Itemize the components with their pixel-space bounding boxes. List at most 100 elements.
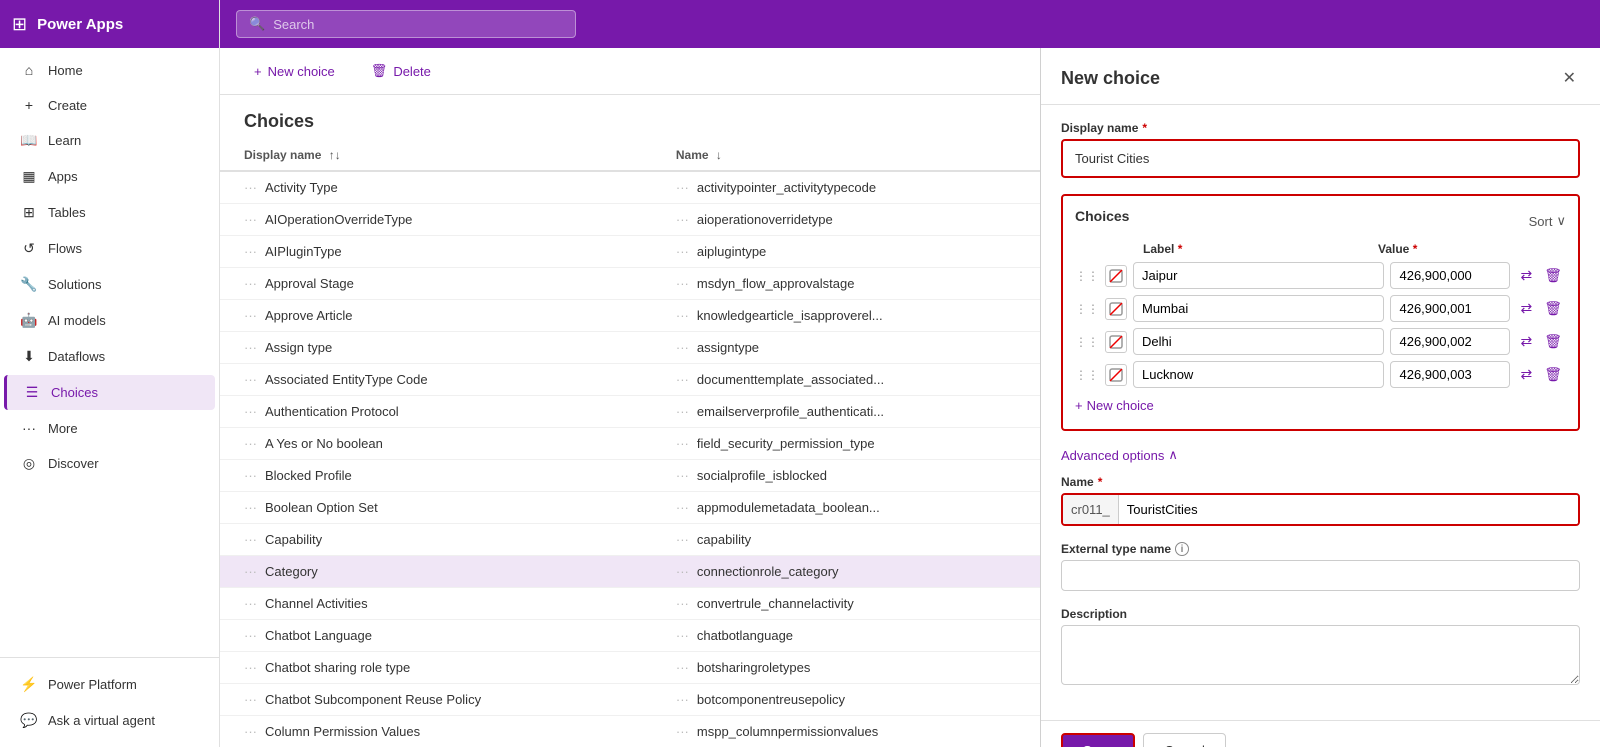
sidebar-item-dataflows[interactable]: ⬇ Dataflows <box>4 339 215 374</box>
drag-handle[interactable]: ⋮⋮ <box>1075 335 1099 349</box>
table-row[interactable]: ···Category ···connectionrole_category <box>220 556 1040 588</box>
row-display: ···Assign type <box>220 332 652 364</box>
choice-value-input-0[interactable] <box>1390 262 1510 289</box>
choice-label-input-3[interactable] <box>1133 361 1384 388</box>
choice-value-input-1[interactable] <box>1390 295 1510 322</box>
sidebar-item-ask-agent[interactable]: 💬 Ask a virtual agent <box>4 703 215 738</box>
external-type-input[interactable] <box>1061 560 1580 591</box>
row-properties-button[interactable]: ⇄ <box>1516 298 1536 319</box>
search-input[interactable] <box>273 17 563 32</box>
sidebar-item-ai-models[interactable]: 🤖 AI models <box>4 303 215 338</box>
sidebar-item-flows[interactable]: ↺ Flows <box>4 231 215 266</box>
table-row[interactable]: ···Approval Stage ···msdyn_flow_approval… <box>220 268 1040 300</box>
table-row[interactable]: ···Approve Article ···knowledgearticle_i… <box>220 300 1040 332</box>
choices-icon: ☰ <box>23 384 41 401</box>
choice-label-input-1[interactable] <box>1133 295 1384 322</box>
dataflows-icon: ⬇ <box>20 348 38 365</box>
sidebar-label-discover: Discover <box>48 456 99 471</box>
sidebar-item-create[interactable]: + Create <box>4 88 215 122</box>
sidebar-item-tables[interactable]: ⊞ Tables <box>4 195 215 230</box>
drag-handle[interactable]: ⋮⋮ <box>1075 302 1099 316</box>
grid-icon: ⊞ <box>12 14 27 35</box>
table-row[interactable]: ···Channel Activities ···convertrule_cha… <box>220 588 1040 620</box>
close-button[interactable]: ✕ <box>1559 64 1580 92</box>
save-button[interactable]: Save <box>1061 733 1135 747</box>
drag-handle[interactable]: ⋮⋮ <box>1075 368 1099 382</box>
row-display: ···Chatbot sharing role type <box>220 652 652 684</box>
sidebar-item-learn[interactable]: 📖 Learn <box>4 123 215 158</box>
choice-value-input-3[interactable] <box>1390 361 1510 388</box>
choice-row: ⋮⋮ ⇄ 🗑 <box>1075 295 1566 322</box>
external-type-group: External type name i <box>1061 542 1580 591</box>
description-textarea[interactable] <box>1061 625 1580 685</box>
info-icon: i <box>1175 542 1189 556</box>
app-title: Power Apps <box>37 16 123 33</box>
table-row[interactable]: ···A Yes or No boolean ···field_security… <box>220 428 1040 460</box>
row-display: ···Authentication Protocol <box>220 396 652 428</box>
name-suffix-input[interactable] <box>1119 495 1578 524</box>
table-row[interactable]: ···Column Permission Values ···mspp_colu… <box>220 716 1040 747</box>
sidebar-item-discover[interactable]: ◎ Discover <box>4 446 215 481</box>
sidebar-item-power-platform[interactable]: ⚡ Power Platform <box>4 667 215 702</box>
drag-handle[interactable]: ⋮⋮ <box>1075 269 1099 283</box>
choice-value-input-2[interactable] <box>1390 328 1510 355</box>
row-properties-button[interactable]: ⇄ <box>1516 265 1536 286</box>
table-row[interactable]: ···AIPluginType ···aiplugintype <box>220 236 1040 268</box>
add-choice-button[interactable]: + New choice <box>1075 394 1154 417</box>
color-picker-icon[interactable] <box>1105 364 1127 386</box>
sidebar-label-ai: AI models <box>48 313 106 328</box>
panel-footer: Save Cancel <box>1041 720 1600 747</box>
sidebar-item-apps[interactable]: ▦ Apps <box>4 159 215 194</box>
new-choice-button[interactable]: + New choice <box>244 59 345 84</box>
row-name: ···activitypointer_activitytypecode <box>652 171 1040 204</box>
color-picker-icon[interactable] <box>1105 265 1127 287</box>
panel-body: Display name * Choices Sort ∨ <box>1041 105 1600 720</box>
col-header-name[interactable]: Name ↓ <box>652 140 1040 171</box>
plus-icon: + <box>254 64 262 79</box>
table-row[interactable]: ···Boolean Option Set ···appmodulemetada… <box>220 492 1040 524</box>
search-box[interactable]: 🔍 <box>236 10 576 38</box>
table-row[interactable]: ···Blocked Profile ···socialprofile_isbl… <box>220 460 1040 492</box>
choices-columns: Label * Value * <box>1075 242 1566 256</box>
color-picker-icon[interactable] <box>1105 331 1127 353</box>
display-name-input[interactable] <box>1075 151 1566 166</box>
delete-button[interactable]: 🗑 Delete <box>361 58 441 84</box>
panel-header: New choice ✕ <box>1041 48 1600 105</box>
sidebar-item-choices[interactable]: ☰ Choices <box>4 375 215 410</box>
description-group: Description <box>1061 607 1580 688</box>
color-picker-icon[interactable] <box>1105 298 1127 320</box>
row-properties-button[interactable]: ⇄ <box>1516 364 1536 385</box>
sidebar-item-home[interactable]: ⌂ Home <box>4 53 215 87</box>
col-header-display[interactable]: Display name ↑↓ <box>220 140 652 171</box>
row-delete-button[interactable]: 🗑 <box>1540 364 1566 385</box>
row-delete-button[interactable]: 🗑 <box>1540 298 1566 319</box>
table-row[interactable]: ···Authentication Protocol ···emailserve… <box>220 396 1040 428</box>
row-properties-button[interactable]: ⇄ <box>1516 331 1536 352</box>
display-name-label: Display name * <box>1061 121 1580 135</box>
table-row[interactable]: ···AIOperationOverrideType ···aioperatio… <box>220 204 1040 236</box>
row-name: ···emailserverprofile_authenticati... <box>652 396 1040 428</box>
choice-label-input-2[interactable] <box>1133 328 1384 355</box>
table-row[interactable]: ···Activity Type ···activitypointer_acti… <box>220 171 1040 204</box>
row-display: ···Approval Stage <box>220 268 652 300</box>
cancel-button[interactable]: Cancel <box>1143 733 1225 747</box>
advanced-options-toggle[interactable]: Advanced options ∧ <box>1061 447 1178 463</box>
table-row[interactable]: ···Chatbot Language ···chatbotlanguage <box>220 620 1040 652</box>
sidebar-item-solutions[interactable]: 🔧 Solutions <box>4 267 215 302</box>
name-prefix: cr011_ <box>1063 495 1119 524</box>
learn-icon: 📖 <box>20 132 38 149</box>
choice-label-input-0[interactable] <box>1133 262 1384 289</box>
row-display: ···Chatbot Language <box>220 620 652 652</box>
row-name: ···mspp_columnpermissionvalues <box>652 716 1040 747</box>
ai-icon: 🤖 <box>20 312 38 329</box>
row-delete-button[interactable]: 🗑 <box>1540 265 1566 286</box>
table-row[interactable]: ···Chatbot sharing role type ···botshari… <box>220 652 1040 684</box>
sidebar-item-more[interactable]: ··· More <box>4 411 215 445</box>
table-row[interactable]: ···Assign type ···assigntype <box>220 332 1040 364</box>
table-row[interactable]: ···Capability ···capability <box>220 524 1040 556</box>
row-delete-button[interactable]: 🗑 <box>1540 331 1566 352</box>
sort-button[interactable]: Sort ∨ <box>1529 213 1566 229</box>
row-display: ···Category <box>220 556 652 588</box>
table-row[interactable]: ···Chatbot Subcomponent Reuse Policy ···… <box>220 684 1040 716</box>
table-row[interactable]: ···Associated EntityType Code ···documen… <box>220 364 1040 396</box>
